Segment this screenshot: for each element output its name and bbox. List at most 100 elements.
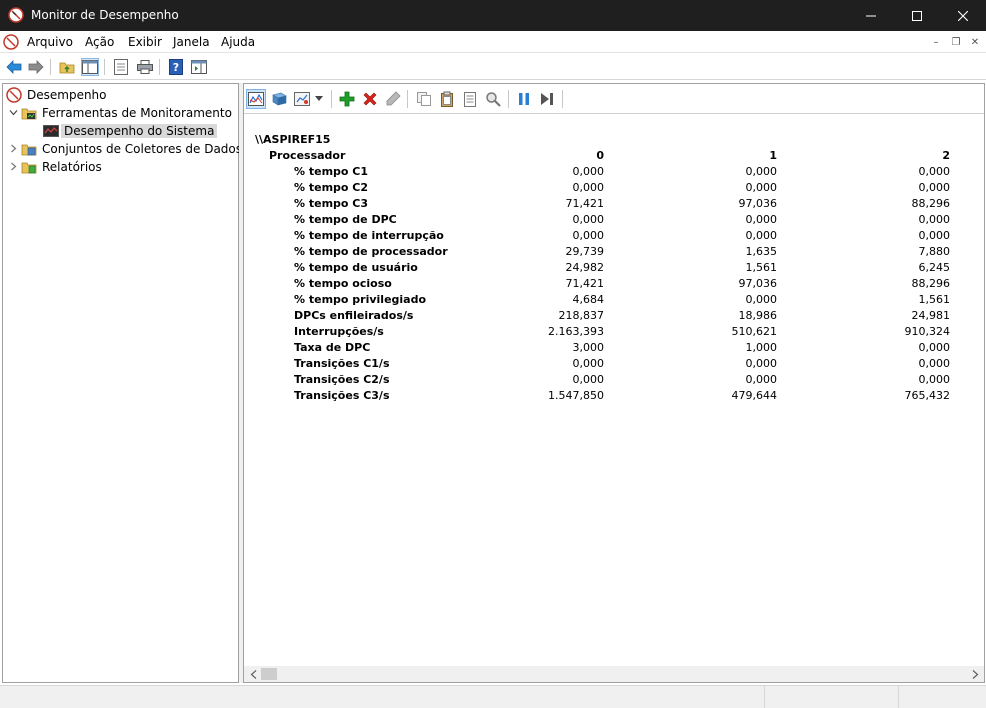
counter-name[interactable]: Taxa de DPC [294,341,370,354]
show-hide-tree-icon[interactable] [81,58,99,76]
counter-name[interactable]: % tempo C2 [294,181,368,194]
counter-name[interactable]: % tempo privilegiado [294,293,426,306]
perfmon-icon[interactable] [3,34,19,50]
counter-value: 97,036 [738,197,778,210]
toolbar-separator [50,59,51,75]
view-graph-icon[interactable] [246,89,266,109]
counter-value: 71,421 [565,277,605,290]
mdi-close-button[interactable]: ✕ [966,35,984,49]
menu-acao[interactable]: Ação [85,35,114,49]
toolbar-separator [104,59,105,75]
counter-name[interactable]: Transições C2/s [294,373,390,386]
counter-value: 1,561 [745,261,778,274]
toolbar-separator [508,90,509,108]
counter-value: 71,421 [565,197,605,210]
counter-value: 88,296 [911,277,951,290]
minimize-button[interactable] [848,0,894,31]
counter-name[interactable]: % tempo de processador [294,245,448,258]
menu-arquivo[interactable]: Arquivo [27,35,73,49]
scroll-right-icon[interactable] [967,666,983,682]
zoom-icon[interactable] [483,89,503,109]
title-bar: Monitor de Desempenho [0,0,986,31]
counter-value: 765,432 [904,389,951,402]
tree-item-ferramentas[interactable]: Ferramentas de Monitoramento [8,104,235,121]
counter-name[interactable]: % tempo de usuário [294,261,418,274]
change-graph-type-icon[interactable] [292,89,312,109]
view-histogram-icon[interactable] [269,89,289,109]
status-bar [0,685,986,708]
freeze-display-icon[interactable] [514,89,534,109]
menu-exibir[interactable]: Exibir [128,35,162,49]
add-counter-icon[interactable] [337,89,357,109]
data-collector-sets-icon [21,144,37,155]
window-title: Monitor de Desempenho [31,8,179,22]
properties-icon[interactable] [112,58,130,76]
scroll-left-icon[interactable] [245,666,261,682]
counter-value: 6,245 [918,261,951,274]
maximize-button[interactable] [894,0,940,31]
forward-arrow-icon[interactable] [27,58,45,76]
reports-icon [21,162,37,173]
object-name: Processador [269,149,346,162]
mdi-minimize-button[interactable]: – [927,35,945,49]
help-icon[interactable]: ? [167,58,185,76]
counter-value: 1,561 [918,293,951,306]
counter-name[interactable]: Transições C1/s [294,357,390,370]
chevron-down-icon[interactable] [312,89,326,109]
svg-text:?: ? [173,61,179,74]
perfmon-icon [8,7,24,23]
print-icon[interactable] [136,58,154,76]
chevron-right-icon[interactable] [8,162,18,172]
counter-name[interactable]: DPCs enfileirados/s [294,309,413,322]
paste-counter-list-icon[interactable] [437,89,457,109]
counter-value: 3,000 [572,341,605,354]
counter-value: 0,000 [572,373,605,386]
properties-icon[interactable] [460,89,480,109]
counter-value: 1,000 [745,341,778,354]
counter-name[interactable]: Interrupções/s [294,325,384,338]
counter-value: 218,837 [558,309,605,322]
toolbar-separator [159,59,160,75]
counter-value: 0,000 [572,165,605,178]
tree-item-conjuntos[interactable]: Conjuntos de Coletores de Dados [8,140,245,157]
counter-name[interactable]: Transições C3/s [294,389,390,402]
horizontal-scrollbar[interactable] [244,666,984,682]
menu-janela[interactable]: Janela [173,35,210,49]
tree-item-label: Relatórios [42,159,102,174]
tree-item-label: Desempenho [27,87,107,102]
tree-item-desempenho-do-sistema[interactable]: Desempenho do Sistema [43,122,218,139]
copy-properties-icon[interactable] [414,89,434,109]
counter-value: 88,296 [911,197,951,210]
counter-value: 0,000 [572,181,605,194]
counter-value: 510,621 [731,325,778,338]
chevron-down-icon[interactable] [8,108,18,118]
instance-header-2: 2 [942,149,950,162]
show-hide-action-pane-icon[interactable] [190,58,208,76]
tree-item-relatorios[interactable]: Relatórios [8,158,105,175]
counter-name[interactable]: % tempo de interrupção [294,229,444,242]
up-folder-icon[interactable] [58,58,76,76]
delete-counter-icon[interactable] [360,89,380,109]
close-button[interactable] [940,0,986,31]
tree-item-desempenho[interactable]: Desempenho [6,86,110,103]
monitoring-tools-icon [21,108,37,119]
counter-value: 0,000 [918,165,951,178]
performance-monitor-icon [43,124,59,137]
counter-name[interactable]: % tempo C3 [294,197,368,210]
menu-ajuda[interactable]: Ajuda [221,35,255,49]
counter-value: 18,986 [738,309,778,322]
chevron-right-icon[interactable] [8,144,18,154]
counter-value: 0,000 [572,357,605,370]
counter-name[interactable]: % tempo C1 [294,165,368,178]
mdi-restore-button[interactable]: ❐ [947,35,965,49]
update-data-icon[interactable] [537,89,557,109]
counter-name[interactable]: % tempo de DPC [294,213,397,226]
highlight-icon[interactable] [383,89,403,109]
toolbar-separator [407,90,408,108]
counter-name[interactable]: % tempo ocioso [294,277,392,290]
tree-item-label: Desempenho do Sistema [61,123,218,138]
counter-value: 0,000 [918,213,951,226]
back-arrow-icon[interactable] [5,58,23,76]
scrollbar-thumb[interactable] [261,668,277,680]
counter-value: 0,000 [745,165,778,178]
